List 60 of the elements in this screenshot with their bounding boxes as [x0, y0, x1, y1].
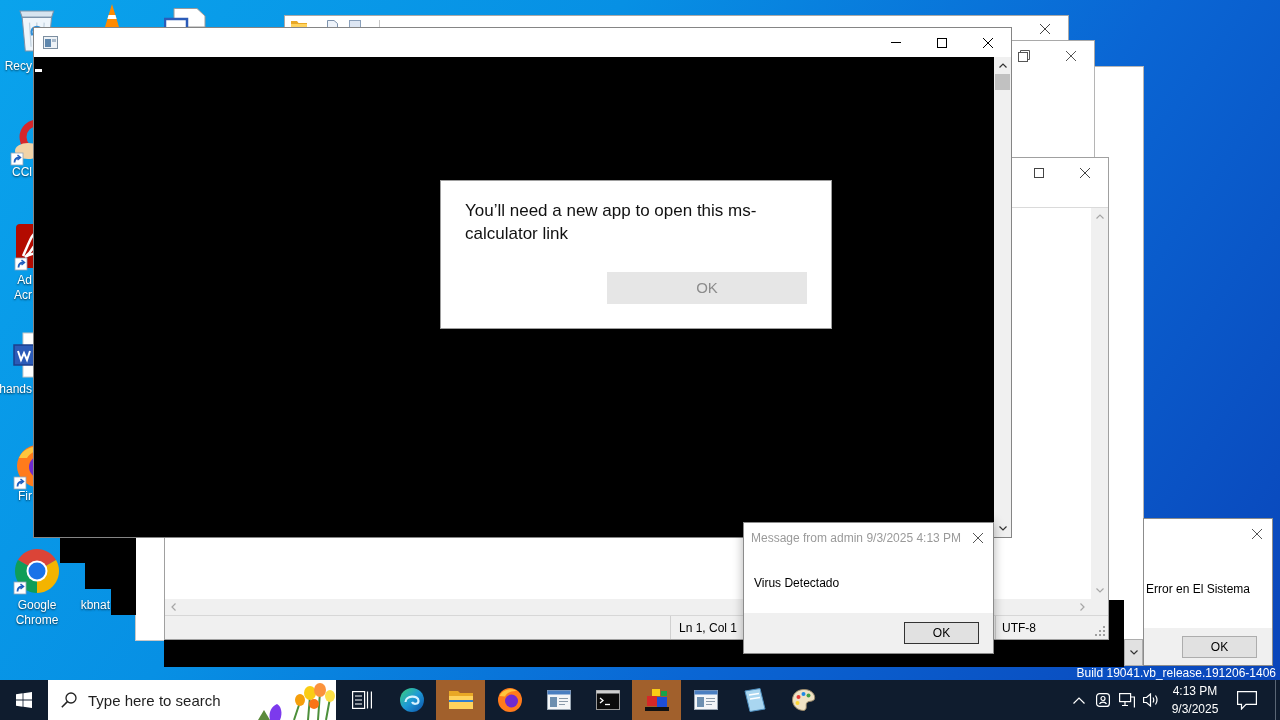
icon-label: Recy — [4, 59, 32, 74]
icon-label: CCl — [12, 165, 32, 180]
app-icon — [43, 36, 58, 49]
resize-grip-icon[interactable] — [1095, 625, 1105, 636]
encoding-text: UTF-8 — [1002, 619, 1036, 637]
taskbar-app-button[interactable] — [632, 680, 681, 720]
terminal-icon — [595, 690, 620, 710]
window-icon — [693, 690, 718, 710]
chevron-down-icon — [1095, 588, 1104, 593]
dialog-message: You’ll need a new app to open this ms-calculator link — [465, 200, 758, 245]
traffic-cone-icon[interactable] — [102, 4, 122, 27]
icon-label: Fir — [18, 489, 32, 504]
clock[interactable]: 4:13 PM 9/3/2025 — [1163, 680, 1227, 720]
windows-logo-icon — [16, 692, 32, 708]
window-title: Message from admin 9/3/2025 4:13 PM — [750, 530, 962, 547]
search-icon — [61, 692, 77, 708]
window-icon — [546, 690, 571, 710]
icon-label: Google Chrome — [15, 598, 59, 628]
folder-icon — [448, 691, 473, 709]
chevron-up-icon — [998, 63, 1007, 68]
volume-icon — [1143, 693, 1159, 707]
icon-label: hands — [0, 382, 32, 397]
message-text: Virus Detectado — [754, 575, 840, 592]
icon-label: kbnat — [80, 598, 110, 613]
chevron-up-icon — [1095, 214, 1104, 219]
chevron-right-icon — [1080, 603, 1085, 611]
chevron-left-icon — [171, 603, 176, 611]
close-icon — [983, 37, 993, 48]
minimize-icon — [891, 42, 901, 43]
browser-icon — [399, 688, 424, 712]
maximize-icon — [937, 37, 947, 48]
scrollbar-thumb[interactable] — [995, 74, 1010, 90]
close-icon — [1066, 51, 1076, 61]
close-icon — [1040, 23, 1050, 34]
icon-label: Ad Acr — [14, 273, 32, 303]
notification-icon — [1237, 690, 1257, 710]
blocks-icon — [644, 689, 669, 711]
chevron-down-icon — [998, 526, 1007, 531]
palette-icon — [791, 689, 816, 711]
task-view-icon — [351, 691, 372, 709]
network-icon — [1119, 692, 1135, 708]
cursor-position-text: Ln 1, Col 1 — [679, 619, 738, 637]
close-icon — [973, 533, 983, 543]
contact-icon — [1096, 693, 1110, 707]
search-field[interactable]: Type here to search — [48, 680, 336, 720]
notepad-icon — [743, 688, 766, 712]
ok-button[interactable]: OK — [904, 622, 979, 644]
chevron-down-icon — [1129, 650, 1138, 655]
close-icon — [1080, 168, 1090, 178]
chevron-up-icon — [1073, 696, 1085, 704]
browser-icon — [497, 688, 522, 712]
restore-icon — [1018, 50, 1030, 62]
app-shortcut-icon[interactable] — [10, 118, 33, 166]
app-shortcut-icon[interactable] — [14, 223, 33, 271]
message-text: Error en El Sistema — [1146, 580, 1251, 598]
close-icon — [1252, 529, 1262, 539]
ok-button[interactable]: OK — [1182, 635, 1257, 658]
build-info-text: Build 19041.vb_release.191206-1406 — [1076, 667, 1276, 680]
browser-shortcut-icon[interactable] — [13, 547, 61, 595]
maximize-icon — [1034, 168, 1044, 178]
